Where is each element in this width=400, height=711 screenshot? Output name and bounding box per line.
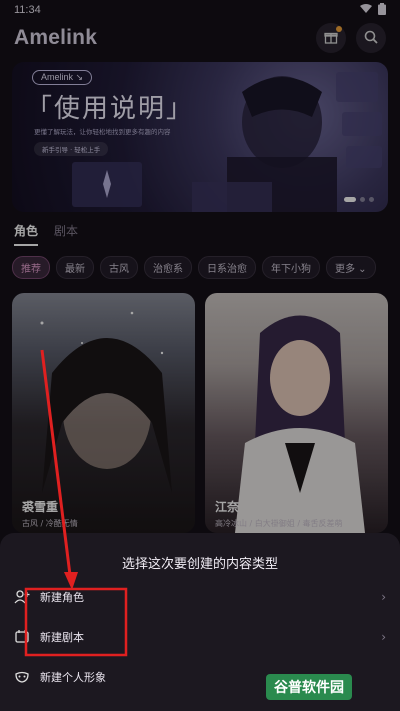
mask-icon [14,669,30,685]
add-person-icon [14,589,30,605]
new-character-option[interactable]: 新建角色 › [0,577,400,617]
option-label: 新建剧本 [40,631,84,644]
option-label: 新建个人形象 [40,671,106,684]
chevron-right-icon: › [381,630,386,644]
option-label: 新建角色 [40,591,84,604]
watermark: 谷普软件园 [266,674,352,700]
sheet-title: 选择这次要创建的内容类型 [121,557,278,572]
chevron-right-icon: › [381,590,386,604]
new-script-option[interactable]: 新建剧本 › [0,617,400,657]
script-icon [14,629,30,645]
